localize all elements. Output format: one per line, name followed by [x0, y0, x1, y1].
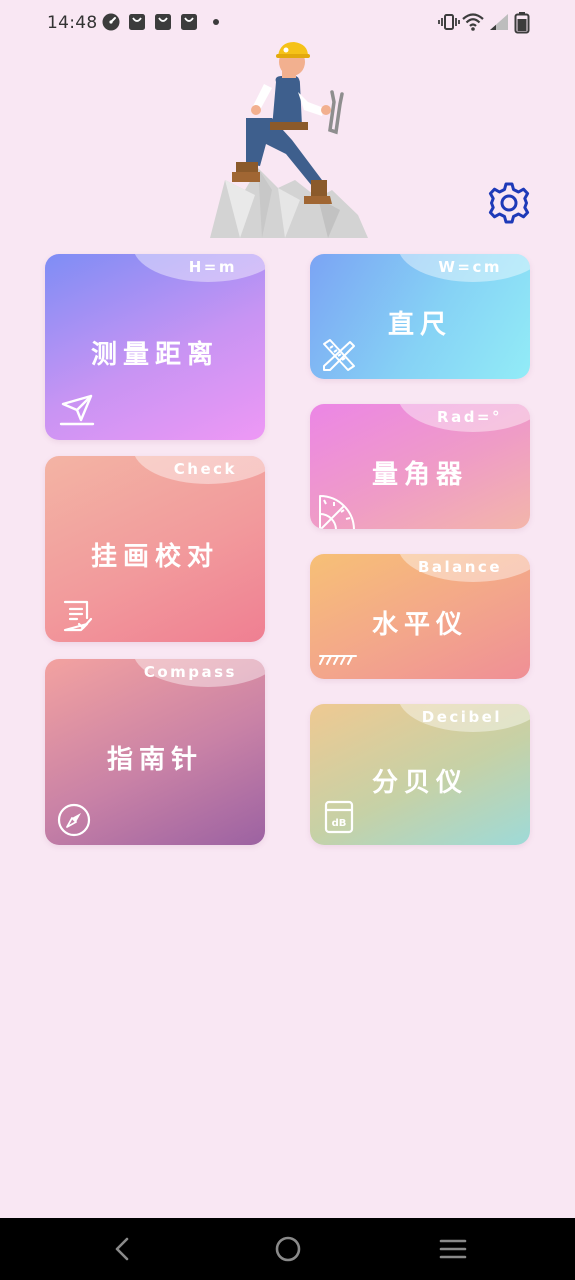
dot-icon [213, 19, 219, 25]
card-title: 量角器 [371, 460, 468, 490]
card-code: H=m [188, 258, 237, 276]
protractor-card[interactable]: Rad=° 量角器 [310, 404, 530, 529]
svg-text:dB: dB [332, 818, 347, 829]
card-title: 测量距离 [90, 340, 219, 370]
status-time: 14:48 [47, 13, 98, 33]
shopping-bag-icon [181, 14, 197, 30]
vibrate-icon [438, 14, 460, 30]
protractor-icon [319, 495, 355, 529]
shopping-bag-icon [155, 14, 171, 30]
card-code: Decibel [421, 708, 502, 726]
back-icon[interactable] [108, 1234, 138, 1264]
card-code: Rad=° [437, 408, 502, 426]
level-card[interactable]: Balance 水平仪 [310, 554, 530, 679]
card-title: 挂画校对 [90, 542, 219, 572]
signal-icon [490, 14, 508, 30]
card-code: W=cm [438, 258, 502, 276]
worker-on-rock-illustration [210, 42, 368, 238]
ruler-card[interactable]: W=cm 直尺 [310, 254, 530, 379]
compass-icon [57, 803, 91, 837]
card-title: 分贝仪 [371, 768, 468, 798]
distance-measure-card[interactable]: H=m 测量距离 [45, 254, 265, 440]
card-code: Check [173, 460, 237, 478]
picture-check-card[interactable]: Check 挂画校对 [45, 456, 265, 642]
settings-gear-icon[interactable] [486, 180, 532, 226]
card-code: Compass [143, 663, 237, 681]
card-title: 指南针 [106, 745, 203, 775]
card-code: Balance [417, 558, 502, 576]
wifi-icon [462, 13, 484, 31]
speed-icon [102, 13, 120, 31]
home-icon[interactable] [273, 1234, 303, 1264]
compass-card[interactable]: Compass 指南针 [45, 659, 265, 845]
shopping-bag-icon [129, 14, 145, 30]
decibel-card[interactable]: Decibel 分贝仪 dB [310, 704, 530, 845]
level-ruler-icon [319, 655, 357, 665]
card-title: 直尺 [387, 310, 452, 340]
navigation-bar [0, 1218, 575, 1280]
battery-icon [514, 12, 530, 34]
decibel-meter-icon: dB [324, 800, 354, 834]
checklist-icon [63, 600, 93, 632]
ruler-pencil-icon [323, 339, 355, 371]
card-title: 水平仪 [371, 610, 468, 640]
menu-icon[interactable] [438, 1234, 468, 1264]
send-icon [59, 394, 95, 426]
